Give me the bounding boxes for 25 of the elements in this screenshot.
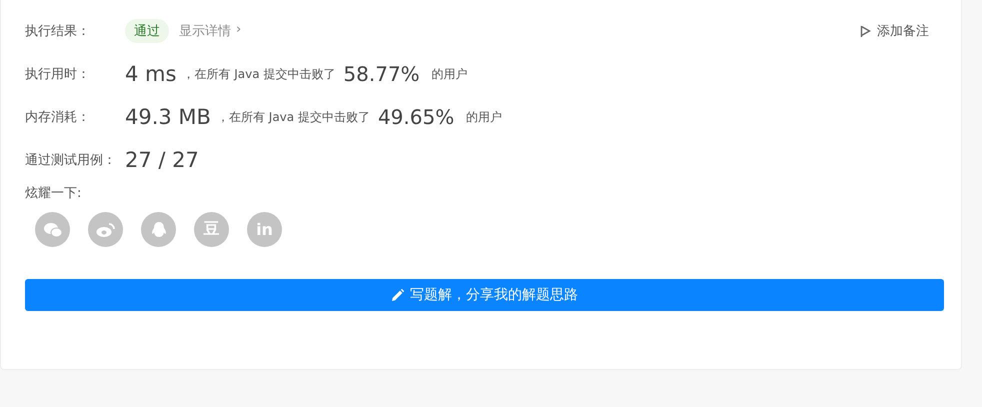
- penguin-icon[interactable]: [141, 212, 176, 247]
- share-link[interactable]: in: [247, 212, 282, 247]
- stat-label: 执行用时：: [25, 66, 91, 83]
- status-badge: 通过: [125, 19, 169, 43]
- stat-value: 4 ms: [125, 62, 176, 86]
- result-label: 执行结果：: [25, 23, 91, 40]
- stat-label: 内存消耗：: [25, 109, 91, 126]
- stat-value: 49.3 MB: [125, 105, 211, 129]
- pencil-icon: [391, 288, 404, 302]
- stat-percent: 49.65%: [378, 105, 454, 129]
- stat-text: 的用户: [466, 108, 502, 126]
- share-label: 炫耀一下:: [25, 185, 82, 202]
- wechat-icon[interactable]: [35, 212, 70, 247]
- share-link[interactable]: 豆: [194, 212, 229, 247]
- add-note-link[interactable]: 添加备注: [860, 22, 929, 40]
- stat-text: ，在所有 Java 提交中击败了: [182, 66, 336, 82]
- tests-label: 通过测试用例：: [25, 152, 117, 169]
- stat-percent: 58.77%: [343, 62, 420, 86]
- details-link[interactable]: 显示详情 ›: [179, 22, 242, 40]
- tests-value: 27 / 27: [125, 148, 199, 172]
- stat-text: 的用户: [432, 66, 468, 82]
- stat-text: ，在所有 Java 提交中击败了: [216, 108, 370, 126]
- flag-icon: [860, 24, 871, 38]
- write-solution-button[interactable]: 写题解，分享我的解题思路: [25, 279, 944, 311]
- weibo-icon[interactable]: [88, 212, 123, 247]
